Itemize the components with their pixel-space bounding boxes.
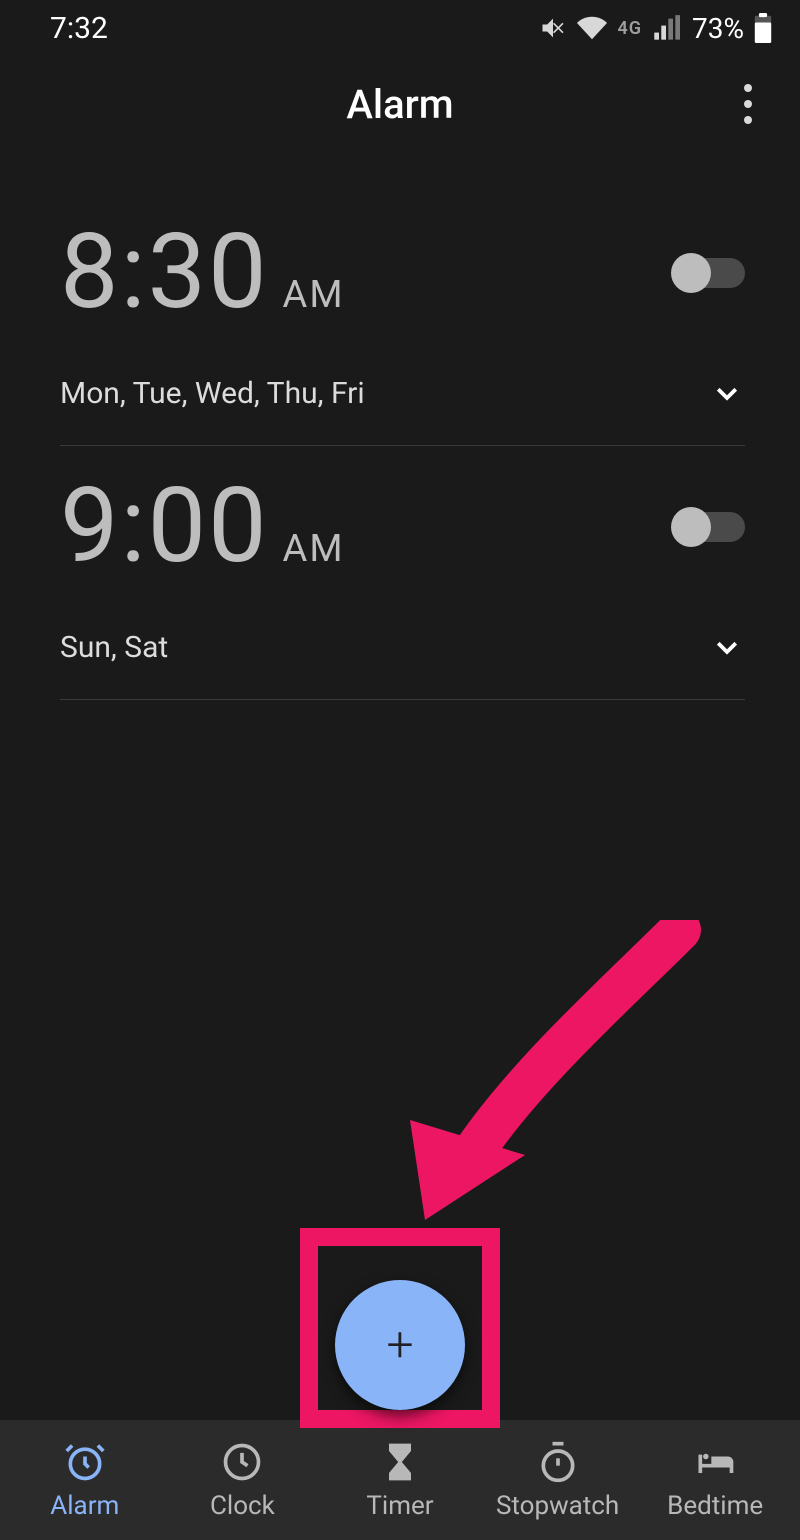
alarm-days: Mon, Tue, Wed, Thu, Fri <box>60 376 365 411</box>
hourglass-icon <box>377 1439 423 1485</box>
nav-label: Bedtime <box>667 1491 763 1521</box>
stopwatch-icon <box>535 1439 581 1485</box>
signal-icon <box>652 14 680 42</box>
expand-button[interactable] <box>709 629 745 665</box>
nav-bedtime[interactable]: Bedtime <box>640 1439 790 1521</box>
alarm-toggle[interactable] <box>675 258 745 288</box>
alarm-ampm: AM <box>283 273 345 317</box>
alarm-time-display[interactable]: 8:30 AM <box>60 212 345 333</box>
bed-icon <box>692 1439 738 1485</box>
battery-icon <box>754 13 772 43</box>
plus-icon: + <box>386 1321 413 1369</box>
app-header: Alarm <box>0 56 800 152</box>
alarm-time: 9:00 <box>60 466 269 587</box>
nav-label: Clock <box>210 1491 275 1521</box>
status-bar: 7:32 4G 73% <box>0 0 800 56</box>
add-alarm-button[interactable]: + <box>335 1280 465 1410</box>
status-time: 7:32 <box>50 11 108 46</box>
overflow-menu-button[interactable] <box>724 80 772 128</box>
nav-clock[interactable]: Clock <box>167 1439 317 1521</box>
alarm-time-display[interactable]: 9:00 AM <box>60 466 345 587</box>
wifi-icon <box>577 13 607 43</box>
nav-label: Timer <box>366 1491 433 1521</box>
network-label: 4G <box>617 18 642 39</box>
alarm-list: 8:30 AM Mon, Tue, Wed, Thu, Fri 9:00 AM <box>0 152 800 1420</box>
battery-percent: 73% <box>692 12 744 45</box>
clock-icon <box>219 1439 265 1485</box>
alarm-item[interactable]: 8:30 AM Mon, Tue, Wed, Thu, Fri <box>0 192 800 446</box>
status-icons: 4G 73% <box>539 12 772 45</box>
more-vert-icon <box>744 84 752 124</box>
alarm-ampm: AM <box>283 527 345 571</box>
bottom-nav: Alarm Clock Timer Stopwatch Bedtime <box>0 1420 800 1540</box>
page-title: Alarm <box>346 81 453 128</box>
chevron-down-icon <box>712 632 742 662</box>
expand-button[interactable] <box>709 375 745 411</box>
nav-stopwatch[interactable]: Stopwatch <box>483 1439 633 1521</box>
alarm-toggle[interactable] <box>675 512 745 542</box>
nav-label: Alarm <box>50 1491 119 1521</box>
alarm-days: Sun, Sat <box>60 630 168 665</box>
alarm-item[interactable]: 9:00 AM Sun, Sat <box>0 446 800 700</box>
chevron-down-icon <box>712 378 742 408</box>
nav-label: Stopwatch <box>496 1491 619 1521</box>
alarm-time: 8:30 <box>60 212 269 333</box>
nav-alarm[interactable]: Alarm <box>10 1439 160 1521</box>
alarm-icon <box>62 1439 108 1485</box>
mute-icon <box>539 14 567 42</box>
nav-timer[interactable]: Timer <box>325 1439 475 1521</box>
